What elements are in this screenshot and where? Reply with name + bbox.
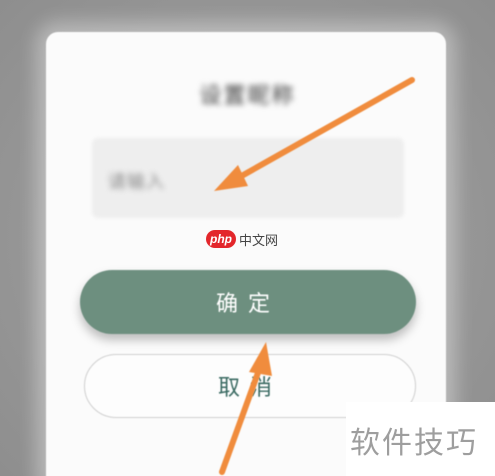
arrow-to-confirm [219, 342, 272, 475]
arrow-to-input [214, 77, 415, 191]
corner-watermark-text: 软件技巧 [350, 426, 478, 461]
